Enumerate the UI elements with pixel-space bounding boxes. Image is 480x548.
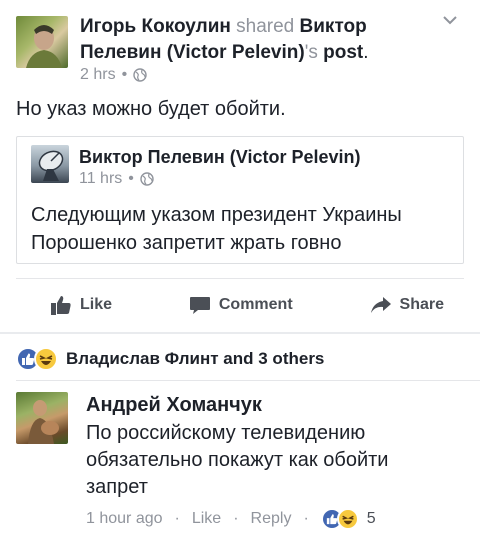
like-label: Like — [80, 296, 113, 313]
comment-text: По российскому телевидению обязательно п… — [86, 422, 389, 498]
laughing-face-icon — [342, 515, 354, 525]
post-link[interactable]: post — [323, 42, 363, 63]
shared-post-meta: 11 hrs • — [79, 170, 154, 188]
commenter-avatar[interactable] — [16, 392, 68, 444]
actions-divider — [16, 278, 464, 279]
satellite-dish-icon — [38, 150, 64, 181]
comment-dot-2: · — [233, 510, 239, 527]
comment-dot-3: · — [303, 510, 309, 527]
comment-bubble-icon — [189, 297, 210, 314]
post-time[interactable]: 2 hrs — [80, 66, 116, 84]
shared-post-time[interactable]: 11 hrs — [79, 170, 122, 188]
author-name[interactable]: Игорь Кокоулин — [80, 16, 231, 37]
shared-meta-bullet: • — [128, 170, 134, 187]
reaction-names[interactable]: Владислав Флинт and 3 others — [66, 349, 324, 369]
shared-author-avatar[interactable] — [31, 145, 69, 183]
comment-reaction-count[interactable]: 5 — [367, 510, 376, 528]
shared-post-card[interactable]: Виктор Пелевин (Victor Pelevin) 11 hrs •… — [16, 136, 464, 264]
like-button[interactable]: Like — [16, 294, 132, 316]
shared-author-name-label[interactable]: Виктор Пелевин (Victor Pelevin) — [79, 147, 361, 168]
author-avatar[interactable] — [16, 16, 68, 68]
avatar-photo-icon — [26, 25, 62, 68]
comment-haha-reaction-icon[interactable] — [336, 508, 359, 530]
post-text: Но указ можно будет обойти. — [16, 98, 286, 120]
thumbs-up-icon — [326, 514, 338, 525]
post-card: Игорь Кокоулин shared Виктор Пелевин (Vi… — [0, 0, 480, 334]
reactions-summary[interactable]: Владислав Флинт and 3 others — [16, 346, 324, 372]
avatar-photo-icon — [28, 400, 59, 444]
shared-word: shared — [236, 16, 295, 37]
thumbs-up-icon — [22, 353, 35, 365]
chevron-down-icon[interactable] — [440, 10, 460, 30]
comment-like-link[interactable]: Like — [192, 510, 221, 528]
laughing-face-icon — [39, 355, 53, 365]
thumbs-up-icon — [51, 296, 71, 315]
post-meta: 2 hrs • — [80, 66, 147, 84]
shared-suffix: 's — [304, 42, 318, 63]
commenter-name[interactable]: Андрей Хоманчук — [86, 394, 262, 417]
comment-time[interactable]: 1 hour ago — [86, 510, 163, 528]
haha-reaction-icon — [34, 347, 58, 371]
comment-label: Comment — [218, 296, 293, 313]
post-header: Игорь Кокоулин shared Виктор Пелевин (Vi… — [80, 14, 430, 66]
share-arrow-icon — [370, 297, 391, 313]
globe-icon — [133, 68, 147, 82]
action-bar: Like Comment Share — [16, 286, 464, 324]
comment-reply-link[interactable]: Reply — [251, 510, 292, 528]
comments-divider — [16, 380, 480, 381]
shared-post-text: Следующим указом президент Украины Порош… — [31, 204, 402, 254]
comment-meta: 1 hour ago · Like · Reply · 5 — [86, 508, 376, 530]
comment-button[interactable]: Comment — [155, 294, 313, 316]
globe-icon — [140, 172, 154, 186]
comment-dot-1: · — [174, 510, 180, 527]
meta-bullet: • — [121, 66, 128, 83]
header-period: . — [363, 42, 369, 63]
share-label: Share — [399, 296, 444, 313]
section-separator — [0, 332, 480, 334]
share-button[interactable]: Share — [336, 294, 464, 316]
